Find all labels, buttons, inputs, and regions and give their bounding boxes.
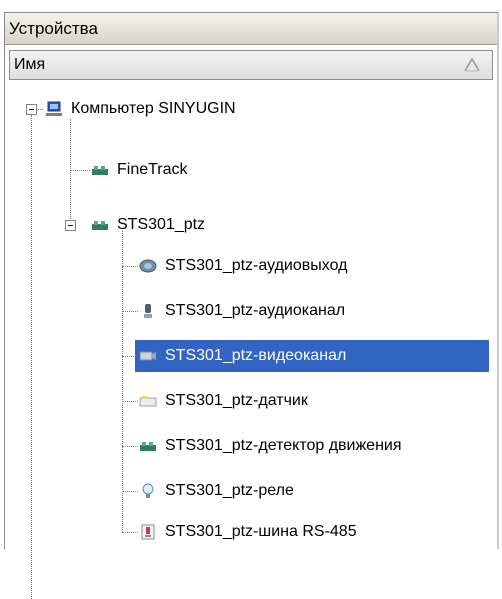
tree-node-motion-detector[interactable]: STS301_ptz-детектор движения <box>139 430 499 462</box>
name-column-label: Имя <box>14 56 46 73</box>
tree-node-sensor[interactable]: STS301_ptz-датчик <box>139 385 459 417</box>
device-tree: Компьютер SINYUGIN FineTrack STS301_ptz <box>5 83 499 599</box>
device-icon <box>92 221 108 230</box>
tree-line <box>122 491 138 492</box>
name-column-header[interactable]: Имя <box>9 50 493 80</box>
speaker-icon <box>139 259 157 273</box>
tree-node-label: STS301_ptz-датчик <box>165 392 308 409</box>
tree-line <box>122 266 138 267</box>
tree-line <box>70 119 71 225</box>
tree-line <box>31 115 32 599</box>
collapse-computer-button[interactable] <box>26 104 37 115</box>
tree-node-audio-out[interactable]: STS301_ptz-аудиовыход <box>139 250 459 282</box>
collapse-sts301-button[interactable] <box>65 220 76 231</box>
tree-node-finetrack[interactable]: FineTrack <box>91 154 291 186</box>
sort-ascending-icon <box>464 57 480 72</box>
tree-line <box>122 401 138 402</box>
tree-node-sts301-ptz[interactable]: STS301_ptz <box>91 209 291 241</box>
tree-node-audio-channel[interactable]: STS301_ptz-аудиоканал <box>139 295 459 327</box>
tree-node-label: FineTrack <box>117 161 188 178</box>
tree-node-label: STS301_ptz-детектор движения <box>165 437 402 454</box>
rs485-bus-icon <box>141 524 155 540</box>
motion-detector-icon <box>140 442 156 451</box>
tree-node-video-channel[interactable]: STS301_ptz-видеоканал <box>135 340 489 372</box>
microphone-icon <box>144 304 152 318</box>
tree-line <box>122 311 138 312</box>
tree-line <box>122 532 138 533</box>
tree-node-label: STS301_ptz <box>117 216 206 233</box>
device-icon <box>92 166 108 175</box>
tree-line <box>122 446 138 447</box>
tree-node-label: STS301_ptz-шина RS-485 <box>165 523 357 540</box>
tree-node-label: STS301_ptz-видеоканал <box>165 347 347 364</box>
tree-node-label: STS301_ptz-реле <box>165 482 294 499</box>
relay-bulb-icon <box>142 483 154 498</box>
tree-node-rs485-bus[interactable]: STS301_ptz-шина RS-485 <box>139 516 459 548</box>
tree-line <box>70 170 90 171</box>
tree-node-computer[interactable]: Компьютер SINYUGIN <box>45 93 345 125</box>
sensor-icon <box>139 396 157 407</box>
panel-title: Устройства <box>5 13 497 45</box>
tree-line <box>122 231 123 532</box>
tree-node-label: STS301_ptz-аудиоканал <box>165 302 346 319</box>
devices-panel: Устройства Имя Компьютер SINYUGIN FineTr… <box>4 12 499 599</box>
camera-icon <box>139 351 156 361</box>
tree-node-relay[interactable]: STS301_ptz-реле <box>139 475 459 507</box>
computer-icon <box>46 101 62 116</box>
tree-node-label: Компьютер SINYUGIN <box>71 100 236 117</box>
tree-node-label: STS301_ptz-аудиовыход <box>165 257 348 274</box>
